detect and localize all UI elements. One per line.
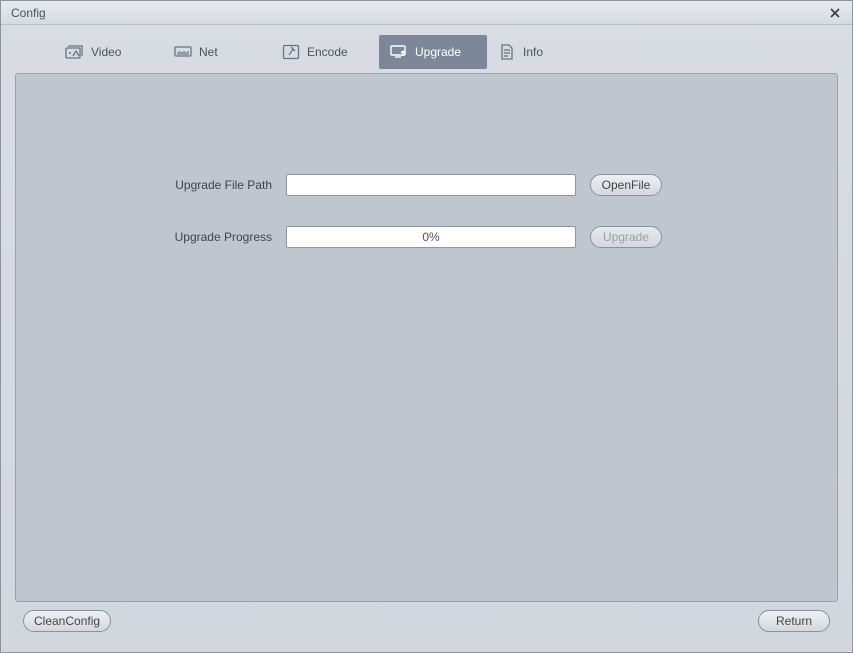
upgrade-button[interactable]: Upgrade — [590, 226, 662, 248]
tab-label: Net — [199, 45, 218, 59]
encode-icon — [281, 44, 301, 60]
upgrade-icon — [389, 44, 409, 60]
file-path-input[interactable] — [286, 174, 576, 196]
tab-encode[interactable]: Encode — [271, 35, 379, 69]
label-file-path: Upgrade File Path — [16, 178, 286, 192]
label-progress: Upgrade Progress — [16, 230, 286, 244]
net-icon — [173, 44, 193, 60]
open-file-button[interactable]: OpenFile — [590, 174, 662, 196]
body-area: Video Net Encode Upgrade — [1, 25, 852, 652]
config-window: Config Video Net Enco — [0, 0, 853, 653]
tab-video[interactable]: Video — [55, 35, 163, 69]
tab-label: Encode — [307, 45, 348, 59]
tab-info[interactable]: Info — [487, 35, 595, 69]
return-button[interactable]: Return — [758, 610, 830, 632]
progress-display: 0% — [286, 226, 576, 248]
close-icon[interactable] — [826, 4, 844, 22]
row-progress: Upgrade Progress 0% Upgrade — [16, 226, 837, 248]
tab-upgrade[interactable]: Upgrade — [379, 35, 487, 69]
tab-net[interactable]: Net — [163, 35, 271, 69]
tabbar: Video Net Encode Upgrade — [15, 35, 838, 69]
info-icon — [497, 44, 517, 60]
tab-label: Upgrade — [415, 45, 461, 59]
footer: CleanConfig Return — [15, 602, 838, 642]
row-file-path: Upgrade File Path OpenFile — [16, 174, 837, 196]
titlebar: Config — [1, 1, 852, 25]
clean-config-button[interactable]: CleanConfig — [23, 610, 111, 632]
tab-label: Video — [91, 45, 121, 59]
video-icon — [65, 44, 85, 60]
window-title: Config — [11, 6, 826, 20]
tab-label: Info — [523, 45, 543, 59]
progress-text: 0% — [422, 230, 439, 244]
upgrade-panel: Upgrade File Path OpenFile Upgrade Progr… — [15, 73, 838, 602]
